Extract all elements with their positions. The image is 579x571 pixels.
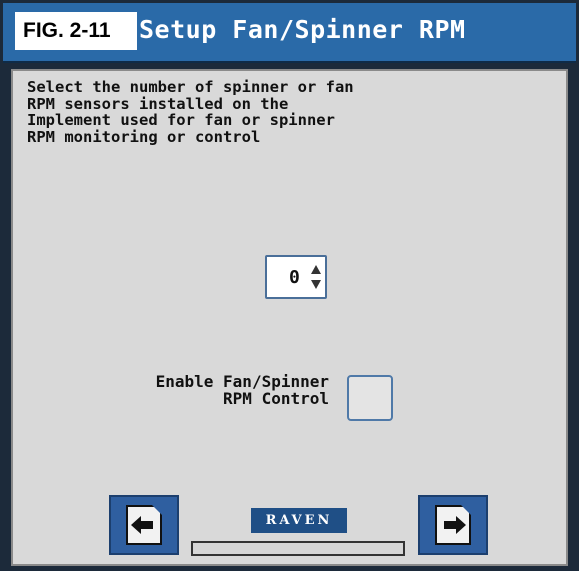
next-page-icon xyxy=(435,505,471,545)
sensor-count-spinner[interactable]: 0 xyxy=(265,255,327,299)
arrow-up-icon[interactable] xyxy=(311,265,321,274)
next-button[interactable] xyxy=(418,495,488,555)
page-progress-bar xyxy=(191,541,405,556)
enable-control-checkbox[interactable] xyxy=(347,375,393,421)
back-page-icon xyxy=(126,505,162,545)
screen-frame: Setup Fan/Spinner RPM Select the number … xyxy=(0,0,579,571)
figure-label: FIG. 2-11 xyxy=(15,12,137,50)
enable-control-label-line2: RPM Control xyxy=(223,389,329,408)
enable-control-label: Enable Fan/Spinner RPM Control xyxy=(53,373,329,407)
spinner-arrows[interactable] xyxy=(311,265,321,289)
instruction-text: Select the number of spinner or fan RPM … xyxy=(27,78,354,146)
raven-logo: RAVEN xyxy=(251,508,347,533)
arrow-right-icon xyxy=(444,516,466,534)
arrow-left-icon xyxy=(131,516,153,534)
enable-control-label-line1: Enable Fan/Spinner xyxy=(155,372,329,391)
window-title: Setup Fan/Spinner RPM xyxy=(139,15,466,44)
content-panel: Select the number of spinner or fan RPM … xyxy=(11,69,568,566)
back-button[interactable] xyxy=(109,495,179,555)
sensor-count-value: 0 xyxy=(289,267,300,288)
arrow-down-icon[interactable] xyxy=(311,280,321,289)
